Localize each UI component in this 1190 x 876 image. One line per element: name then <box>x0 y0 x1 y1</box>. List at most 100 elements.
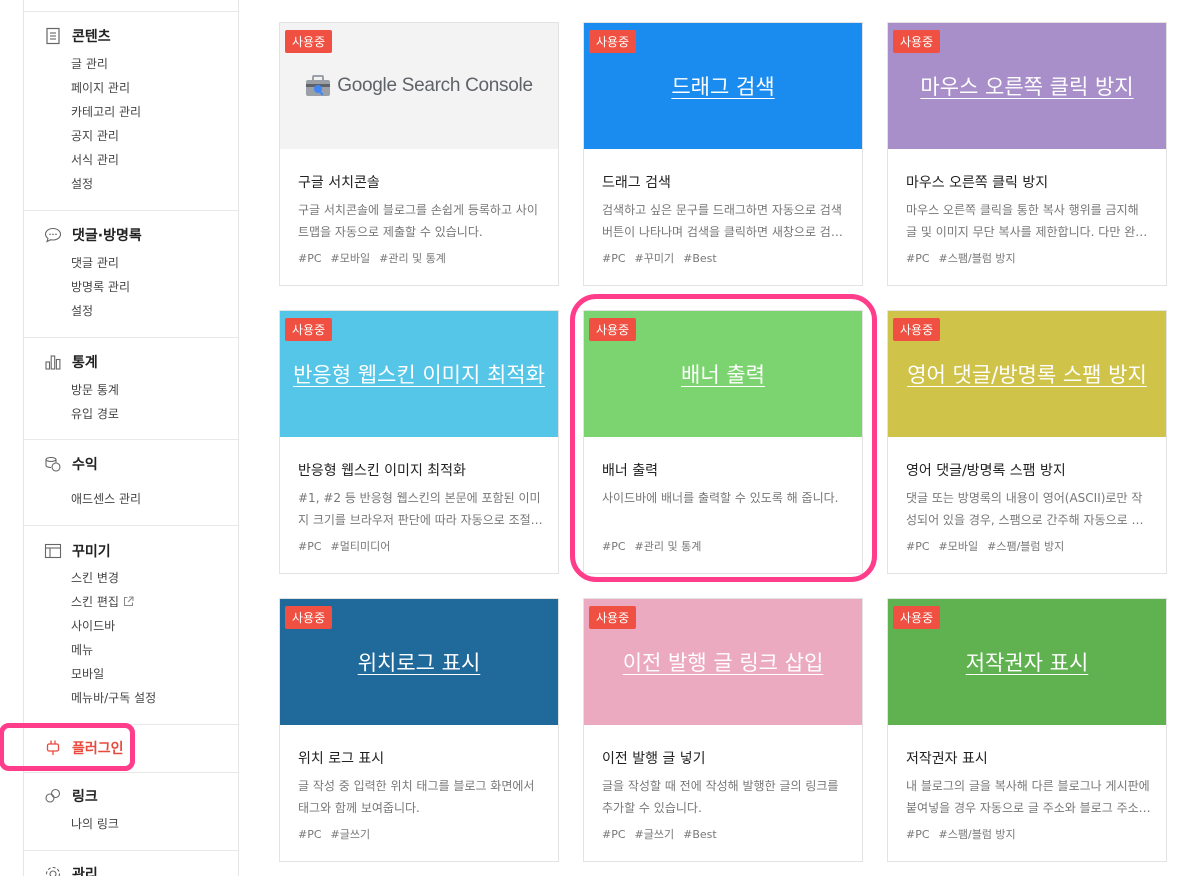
plugin-tags: #PC #스팸/블럼 방지 <box>906 250 1025 266</box>
plugin-thumbnail-title: 영어 댓글/방명록 스팸 방지 <box>907 363 1147 387</box>
plugin-description: 글을 작성할 때 전에 작성해 발행한 글의 링크를 추가할 수 있습니다. <box>602 779 839 815</box>
in-use-badge: 사용중 <box>285 318 333 341</box>
plugin-card-drag-search[interactable]: 드래그 검색 사용중 드래그 검색 검색하고 싶은 문구를 드래그하면 자동으로… <box>583 22 863 286</box>
in-use-badge: 사용중 <box>589 606 637 629</box>
tag: #스팸/블럼 방지 <box>938 252 1016 265</box>
sidebar-item[interactable]: 서식 관리 <box>71 152 119 168</box>
plugin-name: 구글 서치콘솔 <box>298 175 380 191</box>
divider <box>24 525 238 526</box>
in-use-badge: 사용중 <box>893 606 941 629</box>
plugin-tags: #PC #꾸미기 #Best <box>602 250 726 266</box>
sidebar-section-title: 댓글·방명록 <box>72 228 142 244</box>
in-use-badge: 사용중 <box>589 318 637 341</box>
sidebar-item[interactable]: 유입 경로 <box>71 406 119 422</box>
layout-icon <box>44 543 62 559</box>
plugin-description: 검색하고 싶은 문구를 드래그하면 자동으로 검색 버튼이 나타나며 검색을 클… <box>602 203 842 239</box>
gear-icon <box>45 866 61 876</box>
sidebar-item[interactable]: 나의 링크 <box>71 816 119 832</box>
toolbox-icon <box>306 75 331 96</box>
plugin-card-google-search-console[interactable]: Google Search Console 사용중 구글 서치콘솔 구글 서치콘… <box>279 22 559 286</box>
in-use-badge: 사용중 <box>285 606 333 629</box>
sidebar-item[interactable]: 메뉴바/구독 설정 <box>71 690 156 706</box>
sidebar-item[interactable]: 모바일 <box>71 666 104 682</box>
sidebar-section-link[interactable]: 링크 <box>44 786 98 806</box>
divider <box>24 850 238 851</box>
sidebar-section-title: 콘텐츠 <box>72 29 111 45</box>
sidebar-item[interactable]: 페이지 관리 <box>71 80 130 96</box>
plugin-thumbnail-title: 마우스 오른쪽 클릭 방지 <box>920 75 1134 99</box>
sidebar-item[interactable]: 설정 <box>71 303 93 319</box>
sidebar-item[interactable]: 메뉴 <box>71 642 93 658</box>
sidebar-section-title: 수익 <box>72 457 98 473</box>
tag: #멀티미디어 <box>330 540 391 553</box>
bar-chart-icon <box>45 355 61 370</box>
plugin-name: 영어 댓글/방명록 스팸 방지 <box>906 463 1066 479</box>
in-use-badge: 사용중 <box>893 318 941 341</box>
plugin-tags: #PC #글쓰기 #Best <box>602 826 726 842</box>
sidebar-section-title: 링크 <box>72 789 98 805</box>
plugin-card-right-click-block[interactable]: 마우스 오른쪽 클릭 방지 사용중 마우스 오른쪽 클릭 방지 마우스 오른쪽 … <box>887 22 1167 286</box>
plugin-card-location-log[interactable]: 위치로그 표시 사용중 위치 로그 표시 글 작성 중 입력한 위치 태그를 블… <box>279 598 559 862</box>
plugin-name: 마우스 오른쪽 클릭 방지 <box>906 175 1049 191</box>
in-use-badge: 사용중 <box>589 30 637 53</box>
sidebar-item[interactable]: 방명록 관리 <box>71 279 130 295</box>
sidebar-item[interactable]: 방문 통계 <box>71 382 119 398</box>
tag: #PC <box>298 828 322 841</box>
divider <box>24 337 238 338</box>
sidebar-section-revenue[interactable]: 수익 <box>44 454 98 474</box>
tag: #PC <box>298 252 322 265</box>
sidebar-item[interactable]: 애드센스 관리 <box>71 491 141 507</box>
plugin-thumbnail-title: Google Search Console <box>337 75 533 96</box>
sidebar-section-customize[interactable]: 꾸미기 <box>44 541 111 561</box>
tag: #PC <box>906 252 930 265</box>
divider <box>24 11 238 12</box>
tag: #글쓰기 <box>634 828 675 841</box>
plugin-card-copyright[interactable]: 저작권자 표시 사용중 저작권자 표시 내 블로그의 글을 복사해 다른 블로그… <box>887 598 1167 862</box>
plugin-card-previous-post-link[interactable]: 이전 발행 글 링크 삽입 사용중 이전 발행 글 넣기 글을 작성할 때 전에… <box>583 598 863 862</box>
sidebar-item-label: 스킨 편집 <box>71 595 119 609</box>
sidebar-section-comments[interactable]: 댓글·방명록 <box>44 225 142 245</box>
google-search-console-logo: Google Search Console <box>305 74 533 98</box>
tag: #Best <box>683 252 717 265</box>
sidebar-item[interactable]: 설정 <box>71 176 93 192</box>
sidebar-item[interactable]: 사이드바 <box>71 618 115 634</box>
plugin-name: 드래그 검색 <box>602 175 671 191</box>
plugin-tags: #PC #모바일 #관리 및 통계 <box>298 250 455 266</box>
sidebar-item[interactable]: 카테고리 관리 <box>71 104 141 120</box>
tag: #PC <box>906 828 930 841</box>
sidebar-item[interactable]: 글 관리 <box>71 56 108 72</box>
sidebar-section-title: 통계 <box>72 355 98 371</box>
in-use-badge: 사용중 <box>285 30 333 53</box>
plugin-card-english-spam[interactable]: 영어 댓글/방명록 스팸 방지 사용중 영어 댓글/방명록 스팸 방지 댓글 또… <box>887 310 1167 574</box>
plugin-description: 구글 서치콘솔에 블로그를 손쉽게 등록하고 사이트맵을 자동으로 제출할 수 … <box>298 203 538 239</box>
plugin-tags: #PC #스팸/블럼 방지 <box>906 826 1025 842</box>
sidebar-section-title: 관리 <box>72 867 98 876</box>
tag: #관리 및 통계 <box>379 252 446 265</box>
plugin-description: 내 블로그의 글을 복사해 다른 블로그나 게시판에 붙여넣을 경우 자동으로 … <box>906 779 1150 815</box>
sidebar-section-manage[interactable]: 관리 <box>44 864 98 876</box>
tag: #글쓰기 <box>330 828 371 841</box>
sidebar-item[interactable]: 스킨 변경 <box>71 570 119 586</box>
plugin-name: 이전 발행 글 넣기 <box>602 751 706 767</box>
sidebar-item[interactable]: 댓글 관리 <box>71 255 119 271</box>
tag: #PC <box>602 252 626 265</box>
plugin-thumbnail-title: 반응형 웹스킨 이미지 최적화 <box>293 363 545 387</box>
plugin-card-responsive-image[interactable]: 반응형 웹스킨 이미지 최적화 사용중 반응형 웹스킨 이미지 최적화 #1, … <box>279 310 559 574</box>
tag: #모바일 <box>330 252 371 265</box>
divider <box>24 772 238 773</box>
document-icon <box>46 27 60 45</box>
plugin-description: 마우스 오른쪽 클릭을 통한 복사 행위를 금지해 글 및 이미지 무단 복사를… <box>906 203 1147 239</box>
sidebar-section-content[interactable]: 콘텐츠 <box>44 26 111 46</box>
sidebar-section-stats[interactable]: 통계 <box>44 352 98 372</box>
plugin-name: 반응형 웹스킨 이미지 최적화 <box>298 463 466 479</box>
coins-icon <box>45 456 61 472</box>
divider <box>24 210 238 211</box>
tag: #PC <box>602 828 626 841</box>
plugin-thumbnail-title: 이전 발행 글 링크 삽입 <box>622 651 824 675</box>
speech-bubble-icon <box>44 227 62 243</box>
tag: #Best <box>683 828 717 841</box>
sidebar-item-skin-edit[interactable]: 스킨 편집 <box>71 594 134 610</box>
sidebar-item[interactable]: 공지 관리 <box>71 128 119 144</box>
link-icon <box>45 788 61 803</box>
plugin-description: 댓글 또는 방명록의 내용이 영어(ASCII)로만 작성되어 있을 경우, 스… <box>906 491 1143 527</box>
